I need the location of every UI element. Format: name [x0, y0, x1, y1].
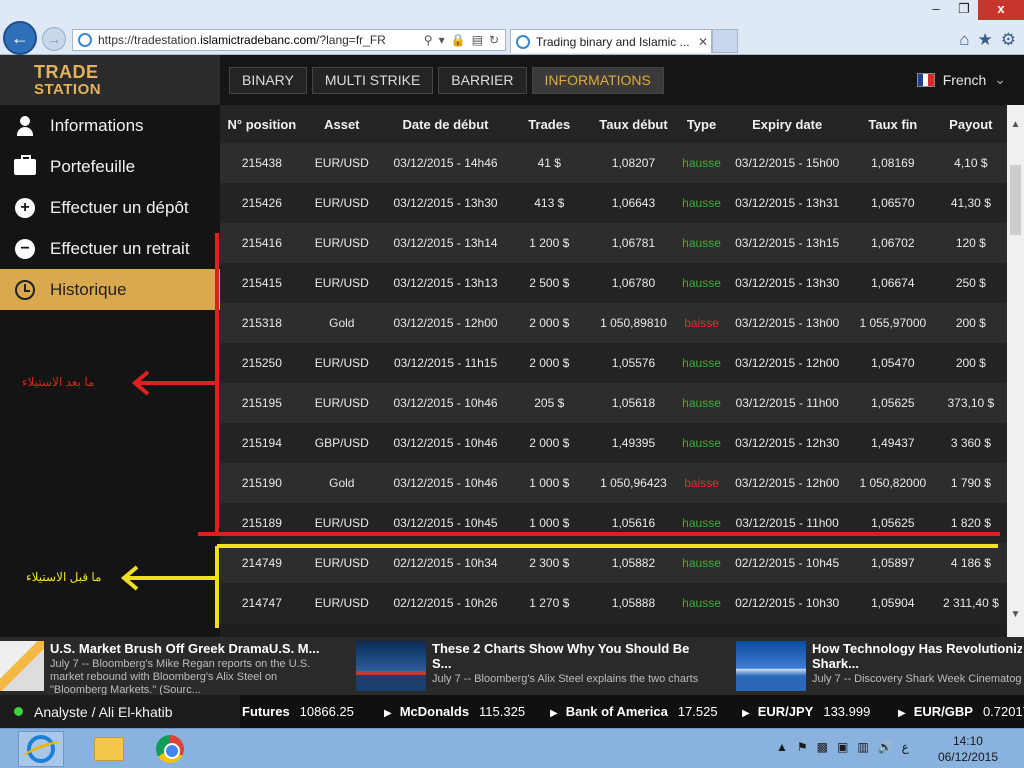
network-icon[interactable]: ▥: [857, 740, 868, 754]
taskbar-chrome-button[interactable]: [147, 731, 193, 767]
system-tray: ▲ ⚑ ▩ ▣ ▥ 🔊 ع: [776, 740, 909, 754]
folder-icon: [94, 737, 124, 761]
ticker-item[interactable]: ▶ Bank of America 17.525: [550, 704, 718, 719]
news-title: How Technology Has Revolutioniz: [812, 641, 1022, 656]
ticker-name: Futures: [242, 704, 290, 719]
ticker-arrow-icon: ▶: [550, 708, 558, 719]
ticker-item[interactable]: ▶ McDonalds 115.325: [384, 704, 525, 719]
news-title: U.S. Market Brush Off Greek DramaU.S. M.…: [50, 641, 320, 656]
market-ticker: Analyste / Ali El-khatib Futures 10866.25…: [0, 695, 1024, 728]
news-text: July 7 -- Bloomberg's Alix Steel explain…: [432, 673, 699, 685]
internet-explorer-icon: [27, 735, 55, 763]
news-item[interactable]: U.S. Market Brush Off Greek DramaU.S. M.…: [0, 641, 340, 697]
news-title: These 2 Charts Show Why You Should Be: [432, 641, 690, 656]
display-icon[interactable]: ▣: [837, 740, 848, 754]
clock-date: 06/12/2015: [937, 750, 998, 764]
ticker-value: 0.72017: [982, 704, 1024, 719]
ticker-name: EUR/GBP: [913, 704, 973, 719]
news-strip: U.S. Market Brush Off Greek DramaU.S. M.…: [0, 637, 1024, 697]
news-title-cont: S...: [432, 656, 452, 671]
news-item[interactable]: How Technology Has Revolutioniz Shark...…: [736, 641, 1024, 691]
show-hidden-icons-icon[interactable]: ▲: [776, 740, 788, 754]
analyst-status[interactable]: Analyste / Ali El-khatib: [0, 695, 240, 728]
ticker-arrow-icon: ▶: [384, 708, 392, 719]
ticker-item[interactable]: ▶ EUR/GBP 0.72017: [898, 704, 1024, 719]
ticker-arrow-icon: ▶: [898, 708, 906, 719]
news-thumbnail: [736, 641, 806, 691]
screen: – ❐ x ← → https://tradestation.islamictr…: [0, 0, 1024, 768]
action-center-icon[interactable]: ⚑: [797, 740, 808, 754]
news-text: July 7 -- Bloomberg's Mike Regan reports…: [50, 658, 311, 670]
ticker-name: Bank of America: [565, 704, 668, 719]
volume-icon[interactable]: 🔊: [878, 740, 893, 754]
chrome-icon: [156, 735, 184, 763]
ticker-item[interactable]: Futures 10866.25: [242, 704, 354, 719]
annotation-before: ما قبل الاستيلاء: [26, 570, 102, 584]
news-text: market rebound with Bloomberg's Alix Ste…: [50, 671, 278, 683]
news-item[interactable]: These 2 Charts Show Why You Should Be S.…: [356, 641, 726, 691]
taskbar-explorer-button[interactable]: [86, 731, 132, 767]
ticker-value: 10866.25: [299, 704, 354, 719]
ticker-item[interactable]: ▶ EUR/JPY 133.999: [742, 704, 870, 719]
news-thumbnail: [356, 641, 426, 691]
news-text: July 7 -- Discovery Shark Week Cinematog…: [812, 673, 1022, 685]
taskbar-ie-button[interactable]: [18, 731, 64, 767]
input-language[interactable]: ع: [902, 740, 909, 754]
ticker-name: McDonalds: [399, 704, 470, 719]
annotation-after: ما بعد الاستيلاء: [22, 375, 95, 389]
news-thumbnail: [0, 641, 44, 691]
device-icon[interactable]: ▩: [817, 740, 828, 754]
annotation-overlay: [120, 233, 1000, 628]
online-status-icon: [14, 707, 23, 716]
news-title-cont: Shark...: [812, 656, 859, 671]
ticker-value: 17.525: [677, 704, 718, 719]
ticker-value: 115.325: [479, 704, 526, 719]
clock-time: 14:10: [952, 734, 983, 748]
ticker-value: 133.999: [823, 704, 871, 719]
taskbar-clock[interactable]: 14:10 06/12/2015: [938, 733, 998, 765]
ticker-name: EUR/JPY: [757, 704, 814, 719]
taskbar: ▲ ⚑ ▩ ▣ ▥ 🔊 ع 14:10 06/12/2015: [0, 728, 1024, 768]
ticker-arrow-icon: ▶: [742, 708, 750, 719]
analyst-name: Analyste / Ali El-khatib: [34, 703, 173, 720]
